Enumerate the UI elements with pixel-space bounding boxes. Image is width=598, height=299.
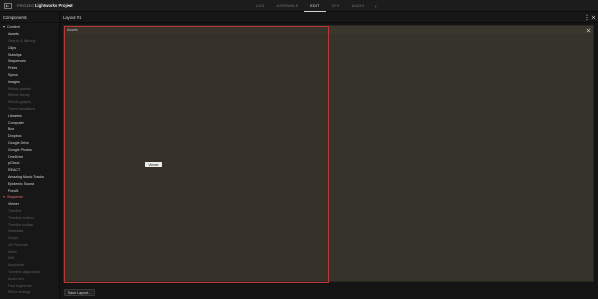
tab-edit[interactable]: EDIT	[304, 0, 326, 12]
components-tree: Content Assets Search & filtering Clips Subc…	[0, 23, 59, 296]
save-layout-button[interactable]: Save Layout...	[64, 289, 95, 296]
add-tab-button[interactable]: +	[370, 0, 381, 12]
component-item[interactable]: Dropbox	[0, 133, 59, 140]
component-item[interactable]: Syncs	[0, 72, 59, 79]
section-label: Sequence	[7, 195, 24, 200]
sidebar-header: Components	[0, 12, 59, 23]
component-item[interactable]: pCloud	[0, 160, 59, 167]
components-sidebar: Components Content Assets Search & filteri…	[0, 12, 60, 299]
component-item[interactable]: Prints	[0, 65, 59, 72]
component-item[interactable]: Box	[0, 126, 59, 133]
component-item[interactable]: Images	[0, 78, 59, 85]
section-content[interactable]: Content	[0, 24, 59, 31]
top-bar: PROJECT Lightworks Project LOG ASSEMBLE ED…	[0, 0, 598, 12]
component-item[interactable]: Metadata	[0, 228, 59, 235]
section-label: Content	[7, 25, 20, 30]
caret-down-icon	[3, 196, 5, 199]
component-item[interactable]: Assets	[0, 31, 59, 38]
component-item[interactable]: Libraries	[0, 112, 59, 119]
component-item[interactable]: Sequences	[0, 58, 59, 65]
layout-header: Layout #1	[60, 12, 598, 23]
component-item[interactable]: Effects palette	[0, 85, 59, 92]
tab-log[interactable]: LOG	[250, 0, 271, 12]
component-item[interactable]: Scope	[0, 235, 59, 242]
panel-close-icon[interactable]	[586, 28, 591, 33]
component-item[interactable]: UC Records	[0, 242, 59, 249]
component-item[interactable]: Clips	[0, 44, 59, 51]
chevron-down-icon[interactable]	[68, 4, 72, 7]
component-item[interactable]: Effects graphs	[0, 99, 59, 106]
component-item[interactable]: Pond5	[0, 187, 59, 194]
component-item[interactable]: Timeline toolbar	[0, 221, 59, 228]
component-item[interactable]: Google Photos	[0, 146, 59, 153]
tab-vfx[interactable]: VFX	[326, 0, 346, 12]
component-item[interactable]: Epidemic Sound	[0, 180, 59, 187]
drop-zone-highlight[interactable]: Viewer	[64, 26, 329, 283]
workspace-tabs: LOG ASSEMBLE EDIT VFX AUDIO +	[250, 0, 381, 12]
component-item[interactable]: Amazing Music Tracks	[0, 174, 59, 181]
component-item[interactable]: Amplitude	[0, 262, 59, 269]
assets-panel[interactable]: Assets Viewer	[63, 25, 594, 283]
layout-title: Layout #1	[63, 15, 82, 20]
viewer-drag-chip[interactable]: Viewer	[145, 162, 162, 167]
component-item[interactable]: Google Drive	[0, 140, 59, 147]
component-item[interactable]: Effect settings	[0, 289, 59, 296]
back-icon[interactable]	[4, 3, 12, 9]
tab-assemble[interactable]: ASSEMBLE	[271, 0, 305, 12]
component-item[interactable]: Timeline diagnostics	[0, 269, 59, 276]
component-item[interactable]: Audio mix	[0, 275, 59, 282]
component-item[interactable]: Timed transitions	[0, 106, 59, 113]
caret-down-icon	[3, 26, 5, 29]
layout-workspace: Assets Viewer Save Layout...	[60, 23, 598, 299]
component-item[interactable]: Subclips	[0, 51, 59, 58]
component-item[interactable]: Computer	[0, 119, 59, 126]
component-item[interactable]: Mixer	[0, 248, 59, 255]
component-item[interactable]: Viewer	[0, 201, 59, 208]
section-sequence[interactable]: Sequence	[0, 194, 59, 201]
component-item[interactable]: Edit	[0, 255, 59, 262]
component-item[interactable]: REACT	[0, 167, 59, 174]
component-item[interactable]: Timeline	[0, 208, 59, 215]
component-item[interactable]: Effects library	[0, 92, 59, 99]
component-item[interactable]: OneDrive	[0, 153, 59, 160]
component-item[interactable]: Find segments	[0, 282, 59, 289]
tab-audio[interactable]: AUDIO	[346, 0, 371, 12]
component-item[interactable]: Timeline toolbox	[0, 214, 59, 221]
close-icon[interactable]	[591, 15, 596, 20]
component-item[interactable]: Search & filtering	[0, 38, 59, 45]
kebab-menu-icon[interactable]	[585, 14, 589, 21]
